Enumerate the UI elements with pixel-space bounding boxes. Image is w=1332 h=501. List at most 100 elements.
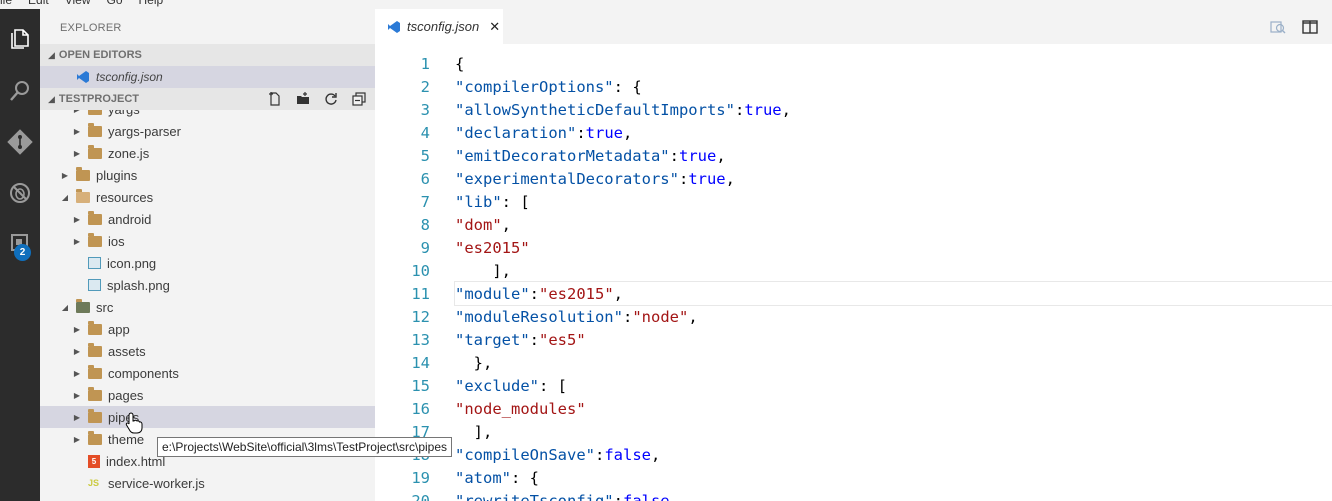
tree-folder[interactable]: ▶ yargs-parser [40, 120, 375, 142]
tree-item-label: ios [108, 233, 125, 249]
code-line[interactable]: 17 ], [375, 420, 1332, 443]
line-number: 8 [420, 215, 430, 234]
line-number: 12 [411, 307, 430, 326]
code-line[interactable]: 1{ [375, 52, 1332, 75]
code-line[interactable]: 13 "target": "es5" [375, 328, 1332, 351]
tree-folder[interactable]: ▶ pages [40, 384, 375, 406]
line-number: 16 [411, 399, 430, 418]
code-line[interactable]: 7 "lib": [ [375, 190, 1332, 213]
tree-item-label: plugins [96, 167, 138, 183]
collapsed-arrow-icon: ▶ [73, 368, 81, 378]
open-editors-header[interactable]: ◢ OPEN EDITORS [40, 44, 375, 66]
code-line[interactable]: 18 "compileOnSave": false, [375, 443, 1332, 466]
open-editor-item[interactable]: tsconfig.json [40, 66, 375, 88]
tree-folder[interactable]: ▶ assets [40, 340, 375, 362]
tree-folder[interactable]: ▶ plugins [40, 164, 375, 186]
tree-item-label: assets [108, 343, 146, 359]
line-number: 10 [411, 261, 430, 280]
code-line[interactable]: 12 "moduleResolution": "node", [375, 305, 1332, 328]
code-line[interactable]: 9 "es2015" [375, 236, 1332, 259]
tree-folder[interactable]: ▶ pipes [40, 406, 375, 428]
tree-item-label: icon.png [107, 255, 157, 271]
expanded-arrow-icon: ◢ [61, 192, 69, 202]
tree-file[interactable]: icon.png [40, 252, 375, 274]
folder-icon [88, 386, 102, 401]
tree-item-label: zone.js [108, 145, 150, 161]
tree-file[interactable]: JS service-worker.js [40, 472, 375, 494]
new-folder-icon[interactable] [295, 91, 311, 107]
project-label: TESTPROJECT [58, 93, 139, 105]
tab-close-icon[interactable]: ✕ [489, 19, 500, 35]
tree-item-label: service-worker.js [108, 475, 205, 491]
code-view[interactable]: 1{2 "compilerOptions": {3 "allowSyntheti… [375, 44, 1332, 501]
line-number: 5 [420, 146, 430, 165]
folder-icon [88, 430, 102, 445]
line-number: 15 [411, 376, 430, 395]
source-control-icon[interactable] [0, 122, 40, 162]
collapsed-arrow-icon: ▶ [73, 346, 81, 356]
project-header[interactable]: ◢ TESTPROJECT [40, 88, 375, 110]
menu-item[interactable]: Help [139, 0, 164, 7]
tree-folder[interactable]: ▶ ios [40, 230, 375, 252]
tree-folder[interactable]: ▶ app [40, 318, 375, 340]
tree-folder[interactable]: ▶ zone.js [40, 142, 375, 164]
tab-bar: tsconfig.json ✕ [375, 9, 1332, 44]
code-text: }, [455, 353, 493, 372]
refresh-icon[interactable] [323, 91, 339, 107]
tab-tsconfig[interactable]: tsconfig.json ✕ [375, 9, 503, 44]
activity-bar: 2 [0, 9, 40, 501]
code-line[interactable]: 2 "compilerOptions": { [375, 75, 1332, 98]
menu-item[interactable]: View [65, 0, 91, 7]
explorer-icon[interactable] [0, 19, 40, 59]
open-editor-filename: tsconfig.json [96, 70, 163, 84]
menu-item[interactable]: Go [107, 0, 123, 7]
collapsed-arrow-icon: ▶ [72, 110, 82, 114]
tree-item-label: splash.png [107, 277, 170, 293]
split-editor-icon[interactable] [1302, 19, 1318, 40]
code-line[interactable]: 15 "exclude": [ [375, 374, 1332, 397]
code-text: "allowSyntheticDefaultImports": true, [455, 100, 791, 119]
tree-item-label: resources [96, 189, 154, 205]
code-line[interactable]: 8 "dom", [375, 213, 1332, 236]
debug-icon[interactable] [0, 173, 40, 213]
folder-icon [88, 408, 102, 423]
code-line[interactable]: 5 "emitDecoratorMetadata": true, [375, 144, 1332, 167]
code-line[interactable]: 11 "module": "es2015", [375, 281, 1332, 306]
search-icon[interactable] [0, 71, 40, 111]
typescript-config-icon [388, 20, 400, 33]
tree-folder[interactable]: ◢ resources [40, 186, 375, 208]
hand-cursor-icon [125, 412, 143, 439]
tree-folder[interactable]: ◢ src [40, 296, 375, 318]
code-line[interactable]: 6 "experimentalDecorators": true, [375, 167, 1332, 190]
code-text: "module": "es2015", [454, 281, 1332, 306]
html-file-icon: 5 [88, 454, 100, 468]
code-line[interactable]: 10 ], [375, 259, 1332, 282]
code-text: "target": "es5" [455, 330, 586, 349]
folder-open-icon [76, 188, 90, 203]
line-number: 13 [411, 330, 430, 349]
new-file-icon[interactable] [267, 91, 283, 107]
collapse-all-icon[interactable] [351, 91, 367, 107]
code-line[interactable]: 4 "declaration": true, [375, 121, 1332, 144]
code-line[interactable]: 14 }, [375, 351, 1332, 374]
code-line[interactable]: 16 "node_modules" [375, 397, 1332, 420]
code-line[interactable]: 19 "atom": { [375, 466, 1332, 489]
line-number: 7 [420, 192, 430, 211]
code-text: "experimentalDecorators": true, [455, 169, 735, 188]
collapse-arrow-icon: ◢ [48, 49, 55, 60]
tree-folder[interactable]: ▶ components [40, 362, 375, 384]
folder-icon [88, 110, 102, 115]
code-line[interactable]: 3 "allowSyntheticDefaultImports": true, [375, 98, 1332, 121]
open-preview-icon[interactable] [1270, 19, 1286, 40]
collapsed-arrow-icon: ▶ [73, 390, 81, 400]
tree-folder[interactable]: ▶ yargs [40, 110, 375, 120]
tree-item-label: src [96, 299, 114, 315]
tree-folder[interactable]: ▶ android [40, 208, 375, 230]
collapsed-arrow-icon: ▶ [73, 214, 81, 224]
menu-item[interactable]: ile [0, 0, 12, 7]
tree-file[interactable]: splash.png [40, 274, 375, 296]
menu-item[interactable]: Edit [28, 0, 49, 7]
folder-icon [88, 122, 102, 137]
code-line[interactable]: 20 "rewriteTsconfig": false [375, 489, 1332, 501]
folder-icon [88, 320, 102, 335]
